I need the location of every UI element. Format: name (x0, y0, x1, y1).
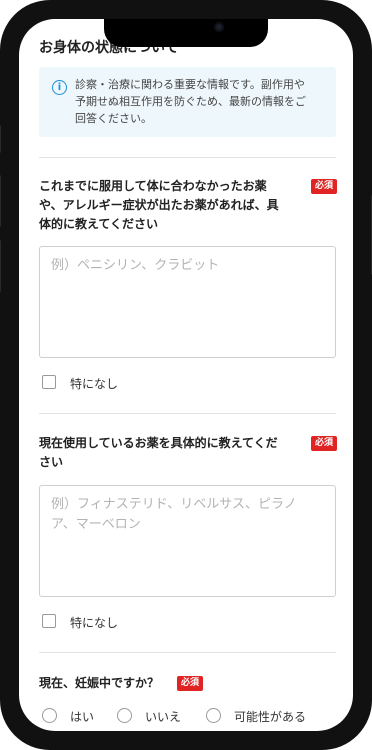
question-allergy-label: これまでに服用して体に合わなかったお薬 や、アレルギー症状が出たお薬があれば、具… (39, 177, 301, 234)
question-line: さい (39, 455, 64, 469)
info-icon: i (52, 80, 67, 95)
question-current-meds-label: 現在使用しているお薬を具体的に教えてくだ さい (39, 434, 301, 472)
divider (39, 413, 336, 414)
question-line: 体的に教えてください (39, 217, 159, 231)
required-badge: 必須 (311, 436, 338, 451)
current-meds-none-checkbox[interactable] (42, 614, 56, 628)
textarea-placeholder: 例）フィナステリド、リベルサス、ピラノ ア、マーベロン (51, 495, 321, 535)
placeholder-line: 例）ペニシリン、クラビット (51, 258, 220, 273)
textarea-placeholder: 例）ペニシリン、クラビット (51, 256, 321, 276)
allergy-none-checkbox[interactable] (42, 375, 56, 389)
pregnancy-radio-maybe[interactable] (206, 708, 221, 723)
notch (104, 19, 268, 47)
notice-line: 回答ください。 (75, 112, 152, 125)
pregnancy-option-label[interactable]: 可能性がある (234, 708, 306, 725)
divider (39, 157, 336, 158)
required-badge: 必須 (177, 676, 204, 691)
divider (39, 652, 336, 653)
notice-line: 診察・治療に関わる重要な情報です。副作用や (75, 78, 305, 91)
mute-switch (0, 125, 1, 153)
question-line: これまでに服用して体に合わなかったお薬 (39, 179, 267, 193)
current-medication-textarea[interactable]: 例）フィナステリド、リベルサス、ピラノ ア、マーベロン (39, 485, 336, 597)
info-notice: i 診察・治療に関わる重要な情報です。副作用や 予期せぬ相互作用を防ぐため、最新… (39, 67, 336, 137)
question-line: や、アレルギー症状が出たお薬があれば、具 (39, 198, 279, 212)
notice-line: 予期せぬ相互作用を防ぐため、最新の情報をご (75, 95, 306, 108)
allergy-medication-textarea[interactable]: 例）ペニシリン、クラビット (39, 246, 336, 358)
camera-icon (214, 22, 224, 32)
volume-up-button (0, 175, 1, 227)
screen: お身体の状態について i 診察・治療に関わる重要な情報です。副作用や 予期せぬ相… (19, 19, 353, 731)
current-meds-none-label[interactable]: 特になし (70, 614, 118, 631)
question-line: 現在使用しているお薬を具体的に教えてくだ (39, 436, 278, 450)
pregnancy-radio-no[interactable] (117, 708, 132, 723)
placeholder-line: ア、マーベロン (51, 517, 141, 532)
pregnancy-radio-yes[interactable] (42, 708, 57, 723)
volume-down-button (0, 240, 1, 292)
pregnancy-option-label[interactable]: はい (70, 708, 94, 725)
allergy-none-label[interactable]: 特になし (70, 375, 118, 392)
pregnancy-option-label[interactable]: いいえ (145, 708, 181, 725)
notice-text: 診察・治療に関わる重要な情報です。副作用や 予期せぬ相互作用を防ぐため、最新の情… (75, 76, 327, 127)
phone-frame: お身体の状態について i 診察・治療に関わる重要な情報です。副作用や 予期せぬ相… (0, 0, 372, 750)
question-pregnancy-label: 現在、妊娠中ですか？ (39, 676, 160, 690)
placeholder-line: 例）フィナステリド、リベルサス、ピラノ (51, 497, 297, 512)
required-badge: 必須 (311, 179, 338, 194)
